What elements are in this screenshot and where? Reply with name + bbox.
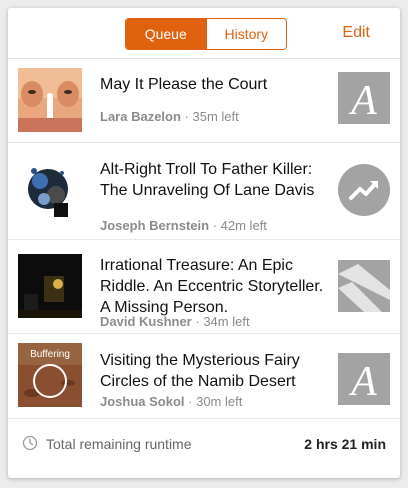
runtime-value: 2 hrs 21 min xyxy=(304,436,386,452)
article-thumbnail xyxy=(18,68,82,132)
article-thumbnail xyxy=(18,159,82,223)
list-item[interactable]: Buffering Visiting the Mysterious Fairy … xyxy=(8,333,400,419)
svg-text:A: A xyxy=(348,359,377,405)
stripes-logo-icon xyxy=(338,260,390,312)
svg-text:A: A xyxy=(348,78,377,124)
runtime-label: Total remaining runtime xyxy=(46,436,192,452)
article-thumbnail xyxy=(18,254,82,318)
atlantic-a-icon: A xyxy=(338,72,390,124)
queue-history-toggle: Queue History xyxy=(125,18,287,50)
buffering-label: Buffering xyxy=(30,349,70,360)
time-left: 35m left xyxy=(192,109,239,124)
list-item[interactable]: Alt-Right Troll To Father Killer: The Un… xyxy=(8,142,400,240)
article-thumbnail: Buffering xyxy=(18,343,82,407)
clock-icon xyxy=(22,435,38,451)
header: Queue History Edit xyxy=(8,8,400,59)
runtime-footer: Total remaining runtime 2 hrs 21 min xyxy=(8,418,400,478)
article-meta: Lara Bazelon · 35m left xyxy=(100,109,239,124)
list-item[interactable]: May It Please the Court Lara Bazelon · 3… xyxy=(8,58,400,143)
trending-arrow-icon xyxy=(338,164,390,216)
time-left: 30m left xyxy=(196,394,243,409)
article-author: Joshua Sokol xyxy=(100,394,185,409)
article-author: Joseph Bernstein xyxy=(100,218,210,233)
atlantic-a-icon: A xyxy=(338,353,390,405)
article-title: May It Please the Court xyxy=(100,76,268,93)
article-meta: Joseph Bernstein · 42m left xyxy=(100,218,267,233)
list-item[interactable]: Irrational Treasure: An Epic Riddle. An … xyxy=(8,239,400,334)
article-author: Lara Bazelon xyxy=(100,109,181,124)
time-left: 42m left xyxy=(220,218,267,233)
article-title: Irrational Treasure: An Epic Riddle. An … xyxy=(100,257,324,316)
article-meta: Joshua Sokol · 30m left xyxy=(100,394,243,409)
article-title: Alt-Right Troll To Father Killer: The Un… xyxy=(100,161,315,199)
article-title: Visiting the Mysterious Fairy Circles of… xyxy=(100,352,300,390)
time-left: 34m left xyxy=(203,314,250,329)
article-author: David Kushner xyxy=(100,314,192,329)
edit-button[interactable]: Edit xyxy=(342,24,370,42)
tab-history[interactable]: History xyxy=(205,19,286,49)
queue-panel: Queue History Edit May It Please the Cou… xyxy=(8,8,400,478)
article-meta: David Kushner · 34m left xyxy=(100,314,250,329)
tab-queue[interactable]: Queue xyxy=(126,19,206,49)
